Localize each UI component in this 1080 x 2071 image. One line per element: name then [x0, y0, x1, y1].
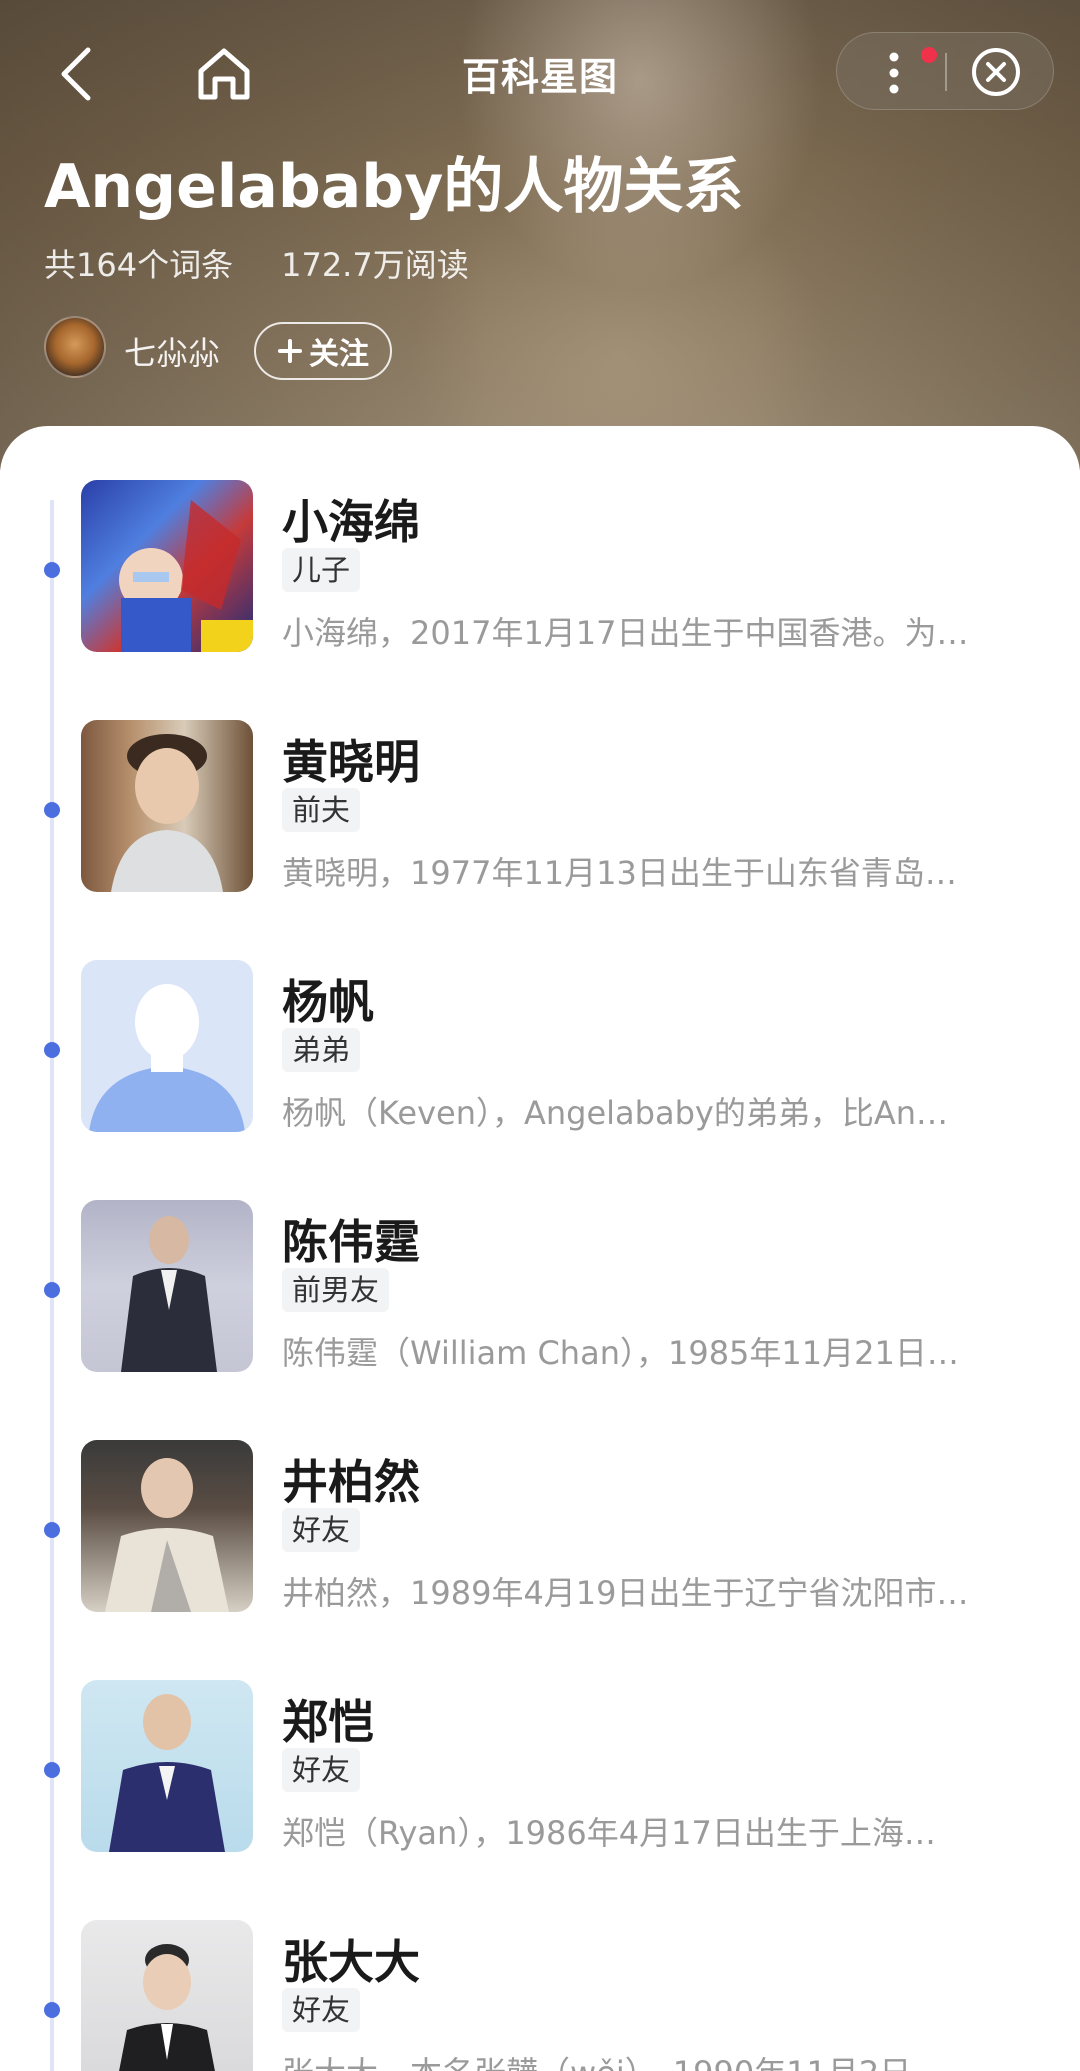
person-thumbnail [81, 720, 253, 892]
relation-tag: 前男友 [282, 1268, 390, 1312]
relation-tag: 弟弟 [282, 1028, 361, 1072]
person-description: 井柏然，1989年4月19日出生于辽宁省沈阳市… [282, 1574, 969, 1612]
mini-program-capsule [836, 32, 1054, 110]
relation-tag: 前夫 [282, 788, 361, 832]
person-name: 张大大 [282, 1935, 420, 1989]
list-item[interactable]: 小海绵 儿子 小海绵，2017年1月17日出生于中国香港。为… [0, 480, 1080, 720]
person-description: 陈伟霆（William Chan），1985年11月21日… [282, 1334, 959, 1372]
entry-count: 共164个词条 [44, 246, 234, 284]
follow-button[interactable]: 关注 [254, 322, 392, 380]
person-name: 陈伟霆 [282, 1215, 420, 1269]
more-button[interactable] [859, 37, 937, 107]
notification-dot [921, 47, 937, 63]
person-description: 郑恺（Ryan），1986年4月17日出生于上海… [282, 1814, 936, 1852]
person-thumbnail [81, 1680, 253, 1852]
timeline-dot [44, 1042, 60, 1058]
timeline-dot [44, 2002, 60, 2018]
person-description: 黄晓明，1977年11月13日出生于山东省青岛… [282, 854, 957, 892]
person-thumbnail [81, 1200, 253, 1372]
list-item[interactable]: 张大大 好友 张大大，本名张韡（wěi），1990年11月2日… [0, 1920, 1080, 2071]
list-item[interactable]: 井柏然 好友 井柏然，1989年4月19日出生于辽宁省沈阳市… [0, 1440, 1080, 1680]
timeline-dot [44, 562, 60, 578]
timeline-dot [44, 802, 60, 818]
page: 百科星图 Angelababy的人物关系 共164个词条 172.7万阅读 七尛… [0, 0, 1080, 2071]
person-thumbnail [81, 480, 253, 652]
person-name: 杨帆 [282, 975, 374, 1029]
close-circle-icon [972, 48, 1020, 96]
person-name: 郑恺 [282, 1695, 374, 1749]
person-description: 小海绵，2017年1月17日出生于中国香港。为… [282, 614, 969, 652]
person-description: 张大大，本名张韡（wěi），1990年11月2日… [282, 2048, 1040, 2071]
person-description: 杨帆（Keven），Angelababy的弟弟，比An… [282, 1094, 949, 1132]
plus-icon [278, 339, 302, 363]
close-button[interactable] [961, 39, 1031, 105]
relation-tag: 儿子 [282, 548, 361, 592]
author-avatar[interactable] [44, 316, 106, 378]
timeline-dot [44, 1522, 60, 1538]
timeline-dot [44, 1762, 60, 1778]
follow-label: 关注 [309, 337, 369, 372]
list-item[interactable]: 黄晓明 前夫 黄晓明，1977年11月13日出生于山东省青岛… [0, 720, 1080, 960]
relation-tag: 好友 [282, 1988, 361, 2032]
person-thumbnail [81, 1440, 253, 1612]
read-count: 172.7万阅读 [281, 246, 469, 284]
person-name: 黄晓明 [282, 735, 420, 789]
list-item[interactable]: 陈伟霆 前男友 陈伟霆（William Chan），1985年11月21日… [0, 1200, 1080, 1440]
list-item[interactable]: 杨帆 弟弟 杨帆（Keven），Angelababy的弟弟，比An… [0, 960, 1080, 1200]
list-item[interactable]: 郑恺 好友 郑恺（Ryan），1986年4月17日出生于上海… [0, 1680, 1080, 1920]
page-title: Angelababy的人物关系 [44, 152, 744, 222]
person-thumbnail [81, 1920, 253, 2071]
relation-tag: 好友 [282, 1508, 361, 1552]
person-name: 小海绵 [282, 495, 420, 549]
more-vertical-icon [889, 52, 899, 94]
hero-banner: 百科星图 Angelababy的人物关系 共164个词条 172.7万阅读 七尛… [0, 0, 1080, 470]
capsule-divider [945, 53, 947, 91]
stats-row: 共164个词条 172.7万阅读 [44, 240, 469, 286]
person-name: 井柏然 [282, 1455, 420, 1509]
relation-tag: 好友 [282, 1748, 361, 1792]
timeline-dot [44, 1282, 60, 1298]
author-name[interactable]: 七尛尛 [124, 328, 220, 374]
default-avatar-icon [81, 960, 253, 1132]
